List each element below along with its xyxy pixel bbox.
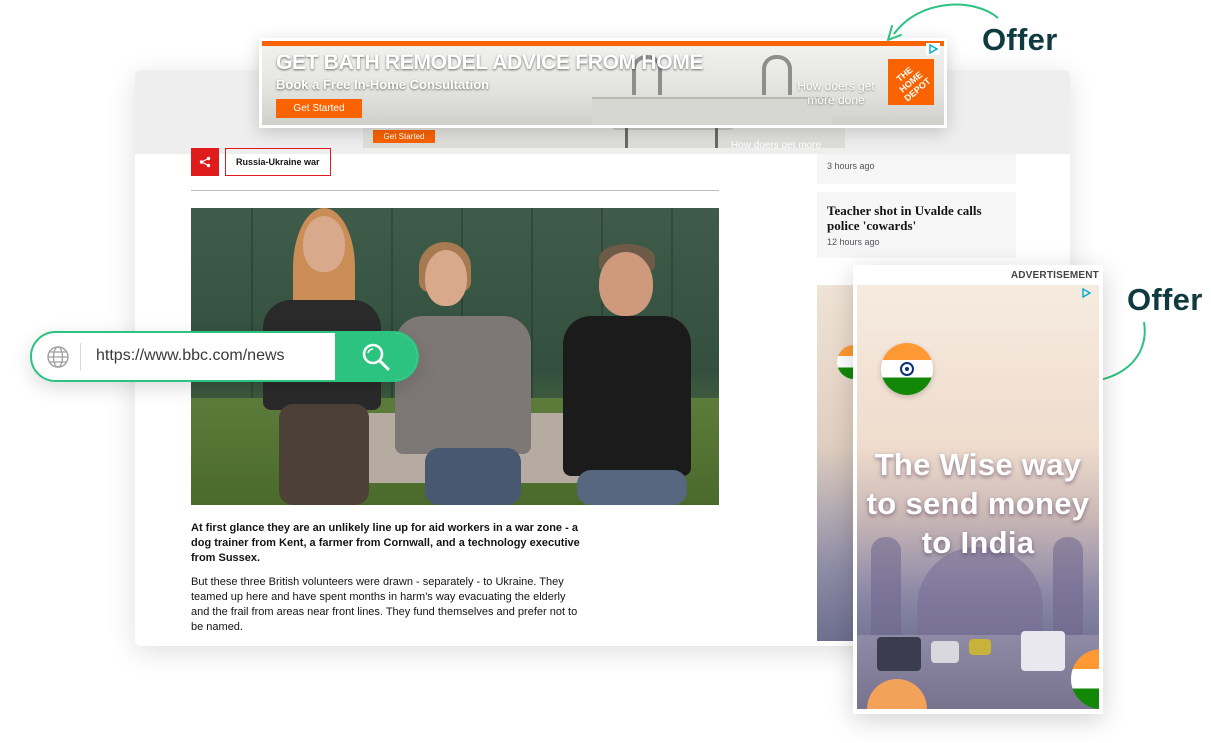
share-button[interactable] bbox=[191, 148, 219, 176]
sidebar-story[interactable]: Teacher shot in Uvalde calls police 'cow… bbox=[817, 192, 1016, 258]
leaderboard-ad-creative[interactable]: GET BATH REMODEL ADVICE FROM HOME Book a… bbox=[262, 41, 944, 125]
skyscraper-ad-creative[interactable]: The Wise way to send money to India bbox=[857, 285, 1099, 709]
article-body-paragraph: But these three British volunteers were … bbox=[191, 576, 578, 633]
offer-callout-top: Offer bbox=[982, 22, 1058, 57]
offer-callout-right: Offer bbox=[1127, 282, 1203, 317]
search-button[interactable] bbox=[335, 333, 417, 380]
skyscraper-ad[interactable]: ADVERTISEMENT The Wise way to send money… bbox=[853, 265, 1103, 714]
india-flag-icon bbox=[881, 343, 933, 395]
ad-brand-strip bbox=[262, 41, 944, 46]
leaderboard-ad[interactable]: GET BATH REMODEL ADVICE FROM HOME Book a… bbox=[259, 38, 947, 128]
inline-ad-cta[interactable]: Get Started bbox=[373, 130, 435, 143]
ad-subline: Book a Free In-Home Consultation bbox=[276, 77, 490, 92]
ad-vanity-leg bbox=[625, 128, 628, 148]
divider bbox=[191, 190, 719, 191]
share-icon bbox=[199, 156, 211, 168]
globe-icon bbox=[47, 346, 69, 368]
ad-tagline: How doers get more done bbox=[797, 79, 875, 107]
story-timestamp: 12 hours ago bbox=[827, 237, 880, 247]
sidebar-story[interactable]: 3 hours ago bbox=[817, 154, 1016, 184]
story-title[interactable]: Teacher shot in Uvalde calls police 'cow… bbox=[827, 203, 1006, 233]
ad-headline: The Wise way to send money to India bbox=[866, 447, 1090, 560]
inline-ad-tagline: How doers get more done bbox=[731, 140, 822, 148]
advertisement-label: ADVERTISEMENT bbox=[1010, 270, 1099, 281]
url-input[interactable]: https://www.bbc.com/news bbox=[96, 347, 285, 365]
story-timestamp: 3 hours ago bbox=[827, 161, 875, 171]
url-bar-divider bbox=[80, 343, 81, 371]
url-search-bar[interactable]: https://www.bbc.com/news bbox=[30, 331, 419, 382]
ad-vanity-leg bbox=[715, 128, 718, 148]
home-depot-logo: THE HOME DEPOT bbox=[888, 59, 934, 105]
adchoices-icon[interactable] bbox=[1079, 287, 1093, 299]
topic-tag-link[interactable]: Russia-Ukraine war bbox=[225, 148, 331, 176]
person-figure bbox=[541, 208, 711, 505]
search-icon bbox=[362, 343, 390, 370]
article-lead-paragraph: At first glance they are an unlikely lin… bbox=[191, 522, 580, 564]
ad-headline: GET BATH REMODEL ADVICE FROM HOME bbox=[276, 51, 704, 74]
get-started-button[interactable]: Get Started bbox=[276, 99, 362, 118]
